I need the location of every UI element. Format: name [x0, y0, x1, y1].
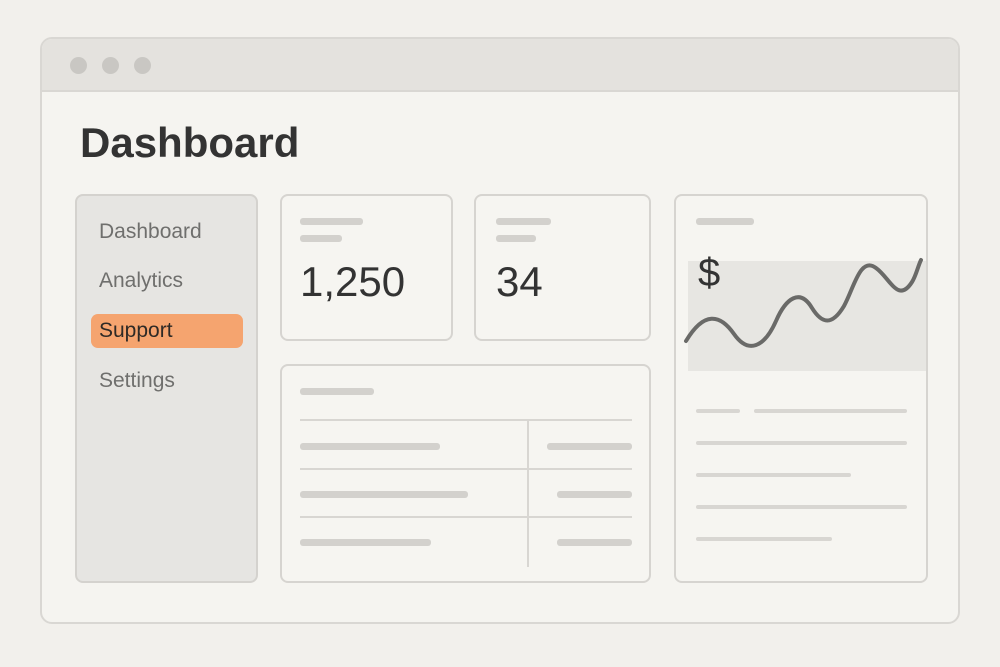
- title-bar: [42, 39, 958, 92]
- table-row-divider: [300, 516, 632, 518]
- revenue-detail-placeholder: [696, 505, 907, 509]
- app-window: Dashboard Dashboard Analytics Support Se…: [40, 37, 960, 624]
- stat-card-label-placeholder: [300, 218, 363, 225]
- stat-card-tickets[interactable]: 34: [474, 194, 651, 341]
- revenue-detail-placeholder: [696, 409, 740, 413]
- table-column-divider: [527, 421, 529, 567]
- stat-card-users[interactable]: 1,250: [280, 194, 453, 341]
- table-divider: [300, 419, 632, 421]
- revenue-detail-placeholder: [696, 473, 851, 477]
- minimize-window-dot[interactable]: [102, 57, 119, 74]
- table-cell-placeholder: [300, 443, 440, 450]
- table-title-placeholder: [300, 388, 374, 395]
- sidebar-item-analytics[interactable]: Analytics: [91, 264, 243, 298]
- sparkline-area: [688, 261, 926, 371]
- page-title: Dashboard: [80, 119, 300, 166]
- table-cell-placeholder: [557, 539, 632, 546]
- sidebar-item-dashboard[interactable]: Dashboard: [91, 215, 243, 249]
- sidebar-item-support[interactable]: Support: [91, 314, 243, 348]
- revenue-detail-placeholder: [696, 537, 832, 541]
- revenue-detail-placeholder: [754, 409, 907, 413]
- revenue-detail-placeholder: [696, 441, 907, 445]
- table-cell-placeholder: [547, 443, 632, 450]
- close-window-dot[interactable]: [70, 57, 87, 74]
- sidebar-item-settings[interactable]: Settings: [91, 364, 243, 398]
- table-cell-placeholder: [300, 491, 468, 498]
- table-cell-placeholder: [557, 491, 632, 498]
- sidebar: Dashboard Analytics Support Settings: [75, 194, 258, 583]
- stat-card-sublabel-placeholder: [300, 235, 342, 242]
- stat-value: 1,250: [300, 258, 406, 305]
- maximize-window-dot[interactable]: [134, 57, 151, 74]
- stat-card-sublabel-placeholder: [496, 235, 536, 242]
- revenue-card[interactable]: $: [674, 194, 928, 583]
- stat-card-label-placeholder: [496, 218, 551, 225]
- dollar-icon: $: [698, 251, 721, 295]
- table-cell-placeholder: [300, 539, 431, 546]
- revenue-sparkline: [684, 258, 926, 371]
- stat-value: 34: [496, 258, 543, 305]
- table-card: [280, 364, 651, 583]
- table-row-divider: [300, 468, 632, 470]
